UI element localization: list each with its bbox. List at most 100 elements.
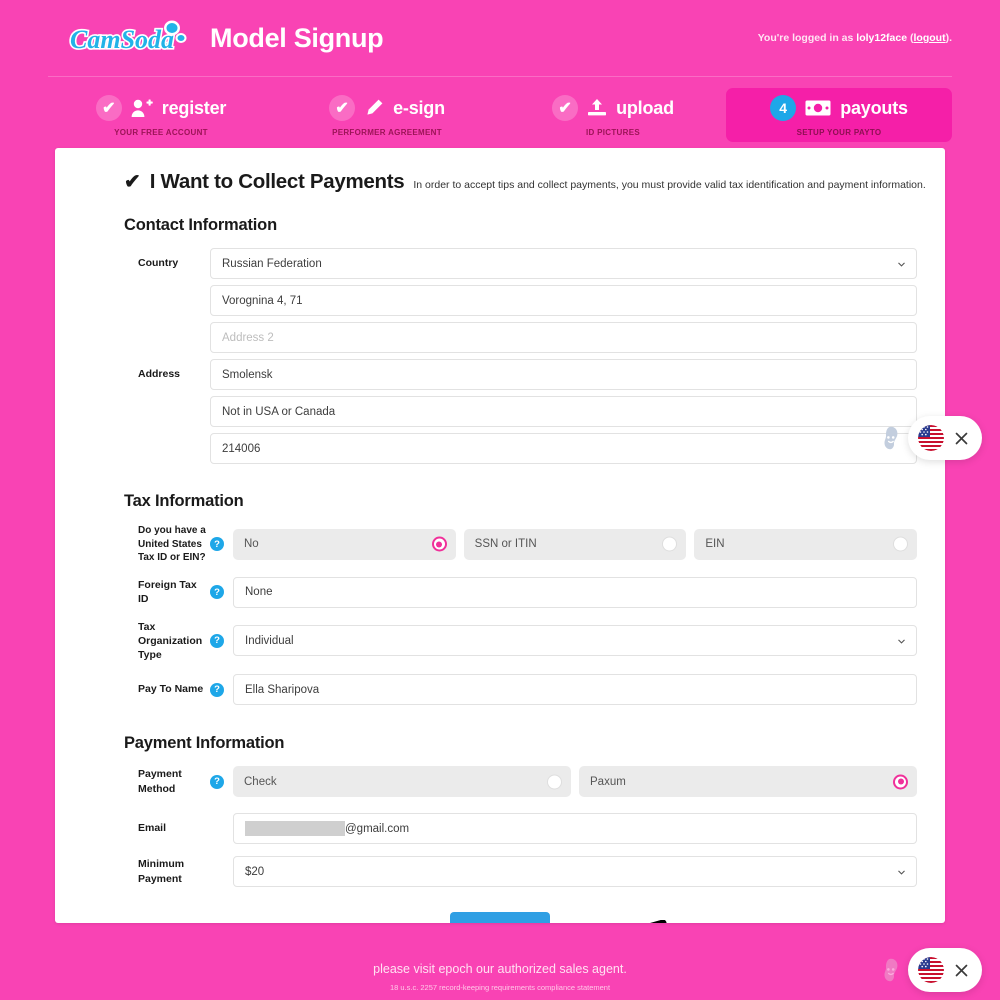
- pay-to-name-input[interactable]: Ella Sharipova: [233, 674, 917, 706]
- chevron-down-icon: [897, 259, 906, 268]
- step-payouts-label: payouts: [840, 97, 908, 118]
- step-upload[interactable]: ✔ upload ID PICTURES: [500, 88, 726, 142]
- login-prefix: You're logged in as: [757, 32, 857, 44]
- country-select[interactable]: Russian Federation: [210, 248, 917, 279]
- close-icon[interactable]: [954, 431, 969, 446]
- row-payment-method: Payment Method ? Check Paxum: [83, 763, 917, 800]
- translate-pill-top[interactable]: [908, 416, 982, 460]
- step-register[interactable]: ✔ register YOUR FREE ACCOUNT: [48, 88, 274, 142]
- radio-option-no[interactable]: No: [233, 528, 456, 560]
- radio-dot-no[interactable]: [431, 536, 447, 552]
- ghost-icon: [880, 958, 902, 982]
- email-input[interactable]: @gmail.com: [233, 813, 917, 845]
- city-input[interactable]: Smolensk: [210, 359, 917, 390]
- radio-option-paxum[interactable]: Paxum: [579, 766, 917, 798]
- radio-option-ein-label: EIN: [705, 538, 725, 551]
- email-redaction: [245, 821, 345, 837]
- state-input[interactable]: Not in USA or Canada: [210, 396, 917, 427]
- tax-org-type-label: Tax Organization Type: [138, 620, 203, 661]
- state-fields: Not in USA or Canada: [210, 396, 917, 427]
- city-fields: Smolensk: [210, 359, 917, 390]
- row-tax-org-type: Tax Organization Type ? Individual: [83, 617, 917, 666]
- footer-main-text[interactable]: please visit epoch our authorized sales …: [0, 962, 1000, 976]
- row-email: Email @gmail.com: [83, 810, 917, 847]
- minimum-payment-select[interactable]: $20: [233, 856, 917, 888]
- page-header: CamSoda Model Signup You're logged in as…: [0, 0, 1000, 76]
- radio-option-ssn[interactable]: SSN or ITIN: [463, 528, 687, 560]
- zip-input[interactable]: 214006: [210, 433, 917, 464]
- radio-option-ssn-label: SSN or ITIN: [474, 538, 537, 551]
- close-icon[interactable]: [954, 963, 969, 978]
- country-label: Country: [138, 257, 179, 270]
- pencil-icon: [364, 98, 384, 118]
- camsoda-logo[interactable]: CamSoda: [68, 18, 192, 58]
- ghost-icon: [880, 426, 902, 450]
- foreign-tax-id-fields: None: [233, 576, 917, 608]
- footer-sub-text: 18 u.s.c. 2257 record-keeping requiremen…: [389, 983, 611, 992]
- annotation-arrow: [650, 920, 667, 923]
- payment-form: Payment Method ? Check Paxum Email @gmai…: [69, 763, 931, 890]
- radio-option-check-label: Check: [244, 775, 277, 788]
- money-icon: [805, 99, 831, 117]
- payout-form-card: ✔ I Want to Collect Payments In order to…: [55, 148, 945, 923]
- form-title-row: ✔ I Want to Collect Payments In order to…: [69, 166, 931, 194]
- contact-form: Country Russian Federation Vorognina 4, …: [69, 245, 931, 467]
- row-address2: Address 2: [83, 319, 917, 356]
- minimum-payment-value: $20: [245, 865, 265, 878]
- tax-section-title: Tax Information: [124, 492, 244, 510]
- us-flag-icon[interactable]: [918, 957, 944, 983]
- tax-org-type-select[interactable]: Individual: [233, 625, 917, 657]
- step-upload-label: upload: [616, 97, 674, 118]
- step-esign-label: e-sign: [393, 97, 445, 118]
- help-icon-pay-to-name[interactable]: ?: [210, 682, 224, 697]
- address1-input[interactable]: Vorognina 4, 71: [210, 285, 917, 316]
- email-fields: @gmail.com: [233, 813, 917, 845]
- contact-section-title: Contact Information: [124, 216, 277, 234]
- radio-option-check[interactable]: Check: [233, 766, 571, 798]
- foreign-tax-id-input[interactable]: None: [233, 576, 917, 608]
- username: loly12face: [856, 32, 908, 44]
- row-country: Country Russian Federation: [83, 245, 917, 282]
- logout-link[interactable]: logout: [914, 32, 946, 44]
- submit-button[interactable]: Submit →: [450, 912, 550, 923]
- step-esign[interactable]: ✔ e-sign PERFORMER AGREEMENT: [274, 88, 500, 142]
- radio-option-no-label: No: [244, 538, 259, 551]
- radio-option-ein[interactable]: EIN: [694, 528, 918, 560]
- address2-input[interactable]: Address 2: [210, 322, 917, 353]
- radio-dot-paxum[interactable]: [893, 774, 908, 790]
- address-label: Address: [138, 368, 181, 381]
- step-upload-sub: ID PICTURES: [586, 128, 640, 137]
- translate-widget-top: [880, 416, 982, 460]
- email-help-spacer: [210, 822, 224, 836]
- minimum-help-spacer: [210, 865, 224, 879]
- radio-dot-check[interactable]: [547, 774, 562, 790]
- row-foreign-tax-id: Foreign Tax ID ? None: [83, 574, 917, 611]
- step-payouts[interactable]: 4 payouts SETUP YOUR PAYTO: [726, 88, 952, 142]
- radio-dot-ein[interactable]: [893, 536, 909, 552]
- address1-fields: Vorognina 4, 71: [210, 285, 917, 316]
- translate-widget-bottom: [880, 948, 982, 992]
- step-esign-sub: PERFORMER AGREEMENT: [332, 128, 442, 137]
- submit-area: Submit →: [69, 912, 931, 923]
- help-icon-payment-method[interactable]: ?: [210, 774, 224, 789]
- tax-org-type-value: Individual: [245, 634, 294, 647]
- us-flag-icon[interactable]: [918, 425, 944, 451]
- country-value: Russian Federation: [222, 257, 322, 270]
- row-address1: Vorognina 4, 71: [83, 282, 917, 319]
- address2-fields: Address 2: [210, 322, 917, 353]
- radio-dot-ssn[interactable]: [662, 536, 678, 552]
- help-icon-tax-org-type[interactable]: ?: [210, 633, 224, 648]
- help-icon-foreign-tax-id[interactable]: ?: [210, 585, 224, 599]
- step-register-sub: YOUR FREE ACCOUNT: [114, 128, 208, 137]
- payment-method-label: Payment Method: [138, 768, 182, 795]
- translate-pill-bottom[interactable]: [908, 948, 982, 992]
- us-tax-id-options: No SSN or ITIN EIN: [233, 528, 918, 560]
- payment-method-options: Check Paxum: [233, 766, 917, 798]
- check-icon: ✔: [124, 171, 141, 193]
- minimum-payment-fields: $20: [233, 856, 917, 888]
- svg-text:CamSoda: CamSoda: [70, 25, 174, 54]
- foreign-tax-id-label: Foreign Tax ID: [138, 578, 197, 605]
- step-register-top: ✔ register: [95, 95, 226, 121]
- email-label: Email: [138, 822, 167, 835]
- help-icon-us-tax-id[interactable]: ?: [210, 537, 224, 552]
